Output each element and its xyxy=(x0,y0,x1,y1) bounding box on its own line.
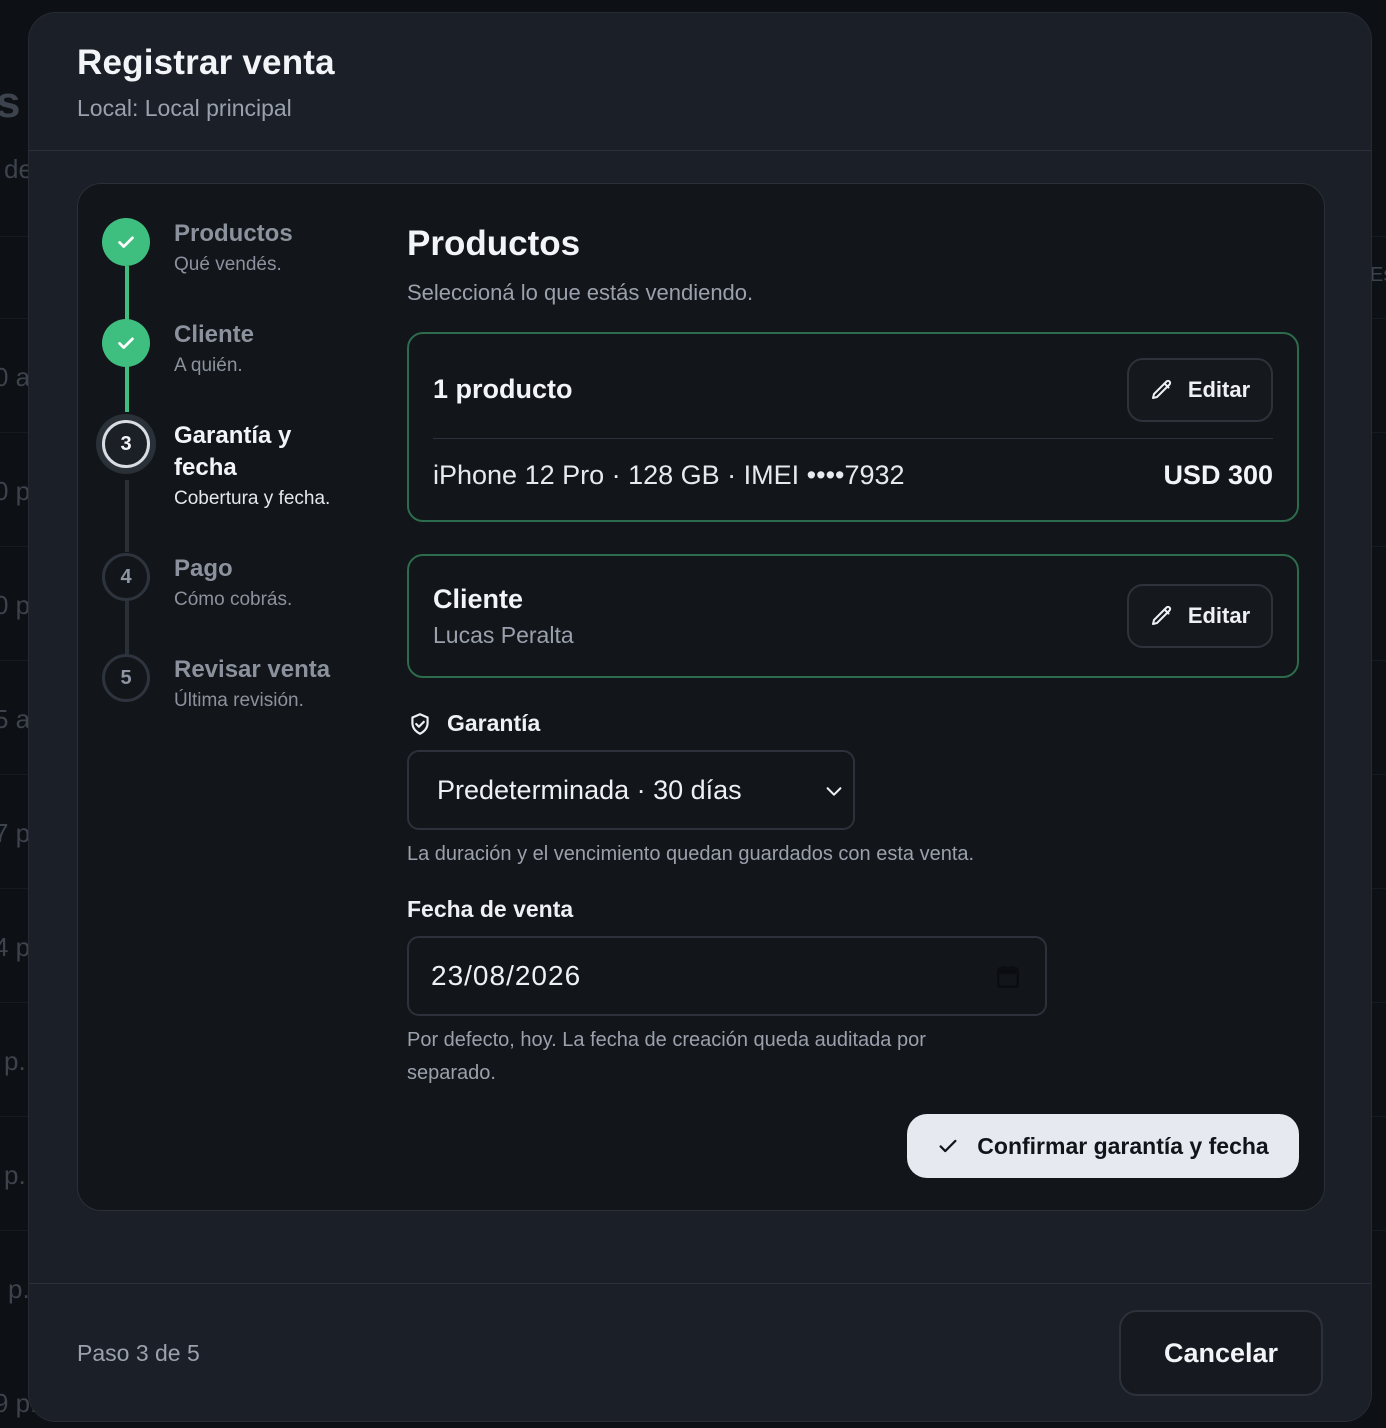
warranty-select[interactable]: Predeterminada · 30 días xyxy=(407,750,855,830)
step-title: Pago xyxy=(174,555,233,582)
bg-fragment: p. xyxy=(4,1046,26,1076)
sale-date-helper: Por defecto, hoy. La fecha de creación q… xyxy=(407,1024,926,1090)
step-description: Última revisión. xyxy=(174,690,304,711)
bg-fragment: 5 a xyxy=(0,704,31,734)
step-connector xyxy=(125,366,129,412)
confirm-warranty-date-button[interactable]: Confirmar garantía y fecha xyxy=(907,1114,1299,1178)
edit-products-button[interactable]: Editar xyxy=(1127,358,1273,422)
step-description: Qué vendés. xyxy=(174,254,282,275)
section-subtitle: Seleccioná lo que estás vendiendo. xyxy=(407,280,754,305)
bg-fragment: 0 p xyxy=(0,476,31,506)
step-description: Cómo cobrás. xyxy=(174,589,293,610)
pencil-icon xyxy=(1151,379,1171,399)
edit-label: Editar xyxy=(1187,377,1251,402)
chevron-down-icon xyxy=(826,787,842,796)
wizard-panel: Productos Qué vendés. Cliente A quién. 3… xyxy=(77,183,1325,1211)
client-name: Lucas Peralta xyxy=(433,622,574,648)
warranty-label-text: Garantía xyxy=(447,710,541,736)
bg-fragment: 0 p xyxy=(0,590,31,620)
sale-date-helper-line: Por defecto, hoy. La fecha de creación q… xyxy=(407,1029,926,1051)
warranty-selected-value: Predeterminada · 30 días xyxy=(437,774,742,805)
section-title: Productos xyxy=(407,224,581,263)
bg-fragment: Es xyxy=(1370,264,1386,286)
step-connector xyxy=(125,266,129,322)
client-heading: Cliente xyxy=(433,584,524,614)
products-card: 1 producto Editar iPhone 12 Pro · 128 GB… xyxy=(407,332,1299,522)
step-title: Productos xyxy=(174,220,293,247)
shield-check-icon xyxy=(411,712,429,735)
edit-client-button[interactable]: Editar xyxy=(1127,584,1273,648)
step-description: A quién. xyxy=(174,355,243,376)
bg-fragment: s xyxy=(0,78,21,127)
step-number: 3 xyxy=(102,420,150,468)
warranty-label: Garantía xyxy=(407,710,540,737)
sale-date-input[interactable]: 23/08/2026 xyxy=(407,936,1047,1016)
check-icon xyxy=(102,218,150,266)
bg-fragment: 7 p xyxy=(0,818,31,848)
sale-date-helper-line: separado. xyxy=(407,1062,496,1084)
confirm-label: Confirmar garantía y fecha xyxy=(977,1132,1269,1159)
step-connector xyxy=(125,600,129,654)
modal-footer: Paso 3 de 5 Cancelar xyxy=(29,1283,1371,1421)
step-connector xyxy=(125,480,129,552)
products-count: 1 producto xyxy=(433,374,573,404)
step-progress-text: Paso 3 de 5 xyxy=(77,1340,200,1366)
product-item: iPhone 12 Pro · 128 GB · IMEI ••••7932 xyxy=(433,460,905,490)
cancel-button[interactable]: Cancelar xyxy=(1119,1310,1323,1396)
sale-date-label: Fecha de venta xyxy=(407,896,574,922)
step-description: Cobertura y fecha. xyxy=(174,488,331,509)
step-title: Revisar venta xyxy=(174,656,331,683)
warranty-helper: La duración y el vencimiento quedan guar… xyxy=(407,843,975,865)
register-sale-modal: Registrar venta Local: Local principal P… xyxy=(28,12,1372,1422)
check-icon xyxy=(939,1139,957,1153)
client-card: Cliente Lucas Peralta Editar xyxy=(407,554,1299,678)
step-number: 4 xyxy=(102,553,150,601)
edit-label: Editar xyxy=(1187,603,1251,628)
modal-header: Registrar venta Local: Local principal xyxy=(29,13,1371,151)
modal-title: Registrar venta xyxy=(77,43,335,82)
calendar-icon[interactable] xyxy=(995,964,1021,990)
pencil-icon xyxy=(1151,605,1171,625)
check-icon xyxy=(102,319,150,367)
bg-fragment: 4 p xyxy=(0,932,31,962)
step-title: Cliente xyxy=(174,321,255,348)
card-divider xyxy=(433,438,1273,439)
modal-subtitle: Local: Local principal xyxy=(77,95,292,121)
step-number: 5 xyxy=(102,654,150,702)
bg-fragment: p. xyxy=(8,1274,30,1304)
sale-date-value: 23/08/2026 xyxy=(431,960,582,991)
bg-fragment: p. xyxy=(4,1160,26,1190)
bg-fragment: 0 a xyxy=(0,362,31,392)
product-price: USD 300 xyxy=(1163,460,1273,490)
step-title: Garantía y fecha xyxy=(174,422,292,481)
